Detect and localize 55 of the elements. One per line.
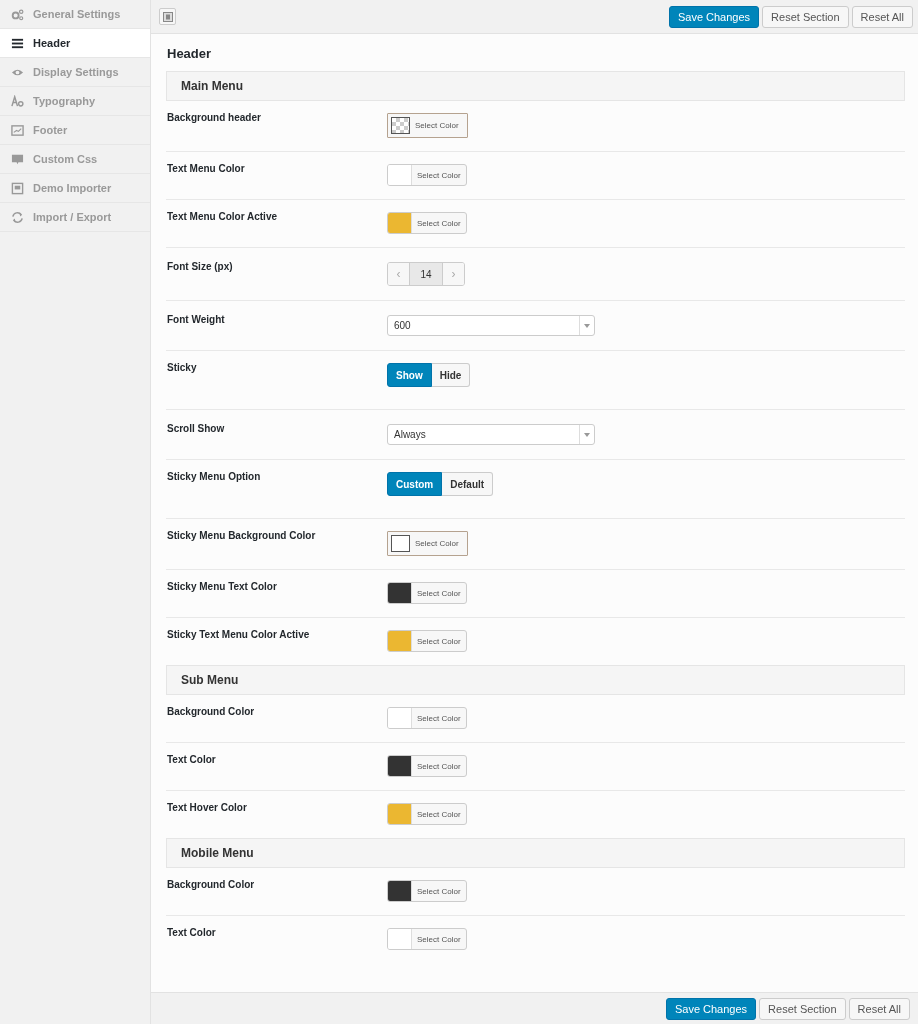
footer-button[interactable]: Reset All bbox=[848, 997, 910, 1020]
toggle-option[interactable]: Hide bbox=[431, 363, 471, 387]
toggle-option[interactable]: Show bbox=[387, 363, 432, 387]
field-label: Sticky Text Menu Color Active bbox=[167, 629, 311, 640]
color-picker-button[interactable]: Select Color bbox=[387, 212, 467, 234]
sync-icon bbox=[11, 210, 24, 224]
field-label: Font Size (px) bbox=[167, 261, 234, 272]
field-label: Background header bbox=[167, 112, 262, 123]
footer-button[interactable]: Save Changes bbox=[665, 997, 757, 1020]
list-icon bbox=[11, 36, 24, 50]
color-picker-button[interactable]: Select Color bbox=[387, 164, 467, 186]
color-picker-button[interactable]: Select Color bbox=[387, 880, 467, 902]
page-title: Header bbox=[167, 46, 213, 61]
field-label: Background Color bbox=[167, 879, 256, 890]
gears-icon bbox=[11, 7, 24, 21]
field-label: Font Weight bbox=[167, 314, 226, 325]
toolbar-button[interactable]: Save Changes bbox=[668, 5, 760, 28]
select-dropdown[interactable]: 600 bbox=[387, 315, 595, 336]
color-picker-button[interactable]: Select Color bbox=[387, 630, 467, 652]
field-label: Background Color bbox=[167, 706, 256, 717]
section-header: Main Menu bbox=[166, 71, 905, 101]
toolbar-button[interactable]: Reset All bbox=[851, 5, 913, 28]
typography-icon bbox=[11, 94, 24, 108]
field-label: Sticky bbox=[167, 362, 198, 373]
field-label: Text Color bbox=[167, 927, 217, 938]
code-icon bbox=[11, 152, 24, 166]
field-label: Sticky Menu Option bbox=[167, 471, 262, 482]
window-icon bbox=[11, 181, 24, 195]
color-picker-button[interactable]: Select Color bbox=[387, 928, 467, 950]
field-label: Text Hover Color bbox=[167, 802, 248, 813]
field-label: Sticky Menu Background Color bbox=[167, 530, 317, 541]
color-picker-button[interactable]: Select Color bbox=[387, 755, 467, 777]
expand-button[interactable] bbox=[159, 8, 176, 25]
section-header: Mobile Menu bbox=[166, 838, 905, 868]
field-label: Text Color bbox=[167, 754, 217, 765]
color-picker-button[interactable]: Select Color bbox=[387, 803, 467, 825]
number-field[interactable]: 14 bbox=[409, 263, 443, 285]
section-header: Sub Menu bbox=[166, 665, 905, 695]
field-label: Text Menu Color bbox=[167, 163, 246, 174]
footer-button[interactable]: Reset Section bbox=[759, 997, 846, 1020]
toggle-option[interactable]: Default bbox=[442, 472, 494, 496]
field-label: Sticky Menu Text Color bbox=[167, 581, 278, 592]
chart-icon bbox=[11, 123, 24, 137]
toolbar-button[interactable]: Reset Section bbox=[762, 5, 849, 28]
color-picker-button[interactable]: Select Color bbox=[387, 707, 467, 729]
color-picker-button[interactable]: Select Color bbox=[387, 531, 468, 556]
sidebar-item[interactable]: Header bbox=[0, 29, 150, 58]
caret-icon bbox=[584, 323, 590, 328]
toggle-option[interactable]: Custom bbox=[387, 472, 443, 496]
caret-icon bbox=[584, 432, 590, 437]
color-picker-button[interactable]: Select Color bbox=[387, 582, 467, 604]
color-picker-button[interactable]: Select Color bbox=[387, 113, 468, 138]
select-dropdown[interactable]: Always bbox=[387, 424, 595, 445]
field-label: Text Menu Color Active bbox=[167, 211, 278, 222]
field-label: Scroll Show bbox=[167, 423, 226, 434]
